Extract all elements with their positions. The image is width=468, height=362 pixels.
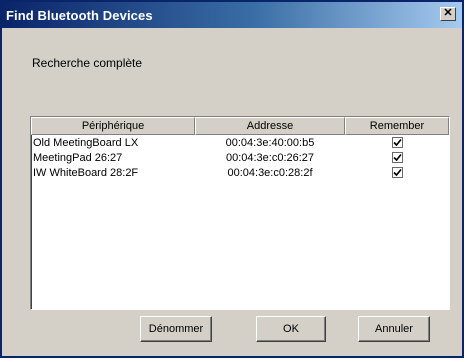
device-address: 00:04:3e:c0:28:2f (227, 166, 313, 179)
check-icon (392, 153, 402, 162)
remember-cell (345, 152, 449, 163)
device-address: 00:04:3e:c0:26:27 (225, 151, 315, 164)
device-name: MeetingPad 26:27 (33, 151, 123, 164)
status-text: Recherche complète (32, 56, 143, 70)
remember-checkbox[interactable] (391, 152, 403, 163)
column-header-device[interactable]: Périphérique (31, 117, 195, 135)
table-row[interactable]: Old MeetingBoard LX 00:04:3e:40:00:b5 (31, 135, 449, 150)
ok-button[interactable]: OK (256, 316, 326, 342)
device-address: 00:04:3e:40:00:b5 (225, 136, 315, 149)
cancel-button[interactable]: Annuler (358, 316, 430, 342)
device-name: Old MeetingBoard LX (33, 136, 139, 149)
list-header: Périphérique Addresse Remember (31, 117, 449, 135)
remember-cell (345, 137, 449, 148)
check-icon (392, 138, 402, 147)
close-icon: ✕ (443, 7, 453, 19)
window-title: Find Bluetooth Devices (6, 7, 153, 23)
title-bar: Find Bluetooth Devices ✕ (2, 2, 462, 28)
rename-button[interactable]: Dénommer (140, 316, 212, 342)
table-row[interactable]: IW WhiteBoard 28:2F 00:04:3e:c0:28:2f (31, 165, 449, 180)
check-icon (392, 168, 402, 177)
table-row[interactable]: MeetingPad 26:27 00:04:3e:c0:26:27 (31, 150, 449, 165)
remember-cell (345, 167, 449, 178)
remember-checkbox[interactable] (391, 167, 403, 178)
device-name: IW WhiteBoard 28:2F (33, 166, 139, 179)
column-header-address[interactable]: Addresse (195, 117, 345, 135)
device-list[interactable]: Périphérique Addresse Remember Old Meeti… (30, 116, 450, 310)
find-bluetooth-devices-dialog: Find Bluetooth Devices ✕ Recherche compl… (0, 0, 464, 358)
remember-checkbox[interactable] (391, 137, 403, 148)
close-button[interactable]: ✕ (440, 7, 456, 21)
column-header-remember[interactable]: Remember (345, 117, 449, 135)
